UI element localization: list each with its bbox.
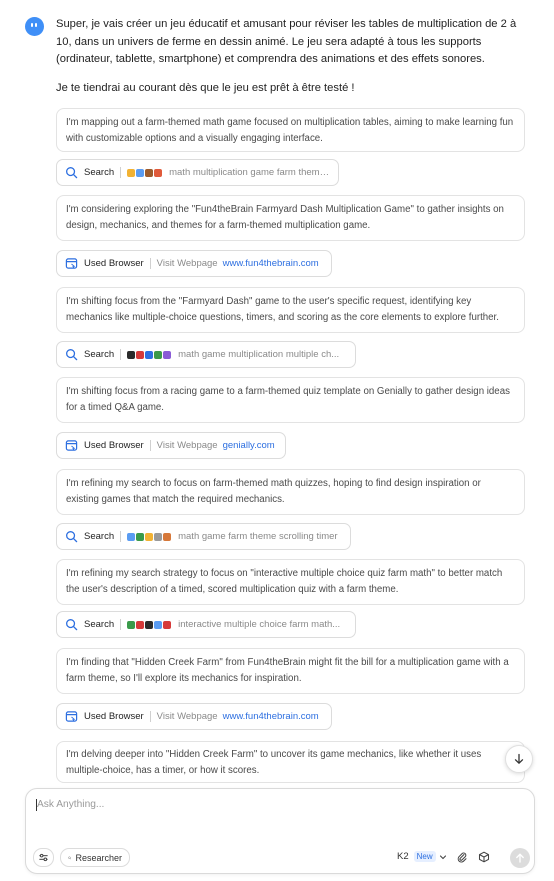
thought-text: I'm mapping out a farm-themed math game … xyxy=(66,117,514,144)
browser-action: Visit Webpage xyxy=(156,440,218,451)
sliders-icon xyxy=(39,853,48,862)
message-composer[interactable]: Ask Anything... Researcher K2 New xyxy=(25,788,535,874)
browser-step-chip[interactable]: Used Browser Visit Webpage www.fun4thebr… xyxy=(56,250,332,277)
divider xyxy=(120,349,122,360)
source-favicons xyxy=(127,620,172,629)
arrow-up-icon xyxy=(516,853,524,863)
divider xyxy=(120,167,122,178)
model-selector[interactable]: K2 New xyxy=(397,851,447,862)
thought-card: I'm considering exploring the "Fun4theBr… xyxy=(56,195,525,241)
thought-text: I'm refining my search to focus on farm-… xyxy=(66,478,481,505)
favicon-icon xyxy=(136,620,145,629)
chevron-down-icon xyxy=(439,854,446,859)
attach-icon[interactable] xyxy=(456,851,468,863)
arrow-down-icon xyxy=(514,753,524,764)
composer-input[interactable]: Ask Anything... xyxy=(37,799,104,810)
model-name: K2 xyxy=(397,851,409,862)
thought-text: I'm delving deeper into "Hidden Creek Fa… xyxy=(66,749,482,776)
visited-url-link[interactable]: www.fun4thebrain.com xyxy=(223,258,319,269)
browser-icon xyxy=(65,711,78,722)
favicon-icon xyxy=(127,620,136,629)
thought-text: I'm shifting focus from the "Farmyard Da… xyxy=(66,296,499,323)
search-label: Search xyxy=(84,349,115,360)
source-favicons xyxy=(127,532,172,541)
divider xyxy=(149,711,151,722)
cube-icon[interactable] xyxy=(478,851,490,863)
scroll-to-bottom-button[interactable] xyxy=(505,745,533,773)
divider xyxy=(120,531,122,542)
search-query: interactive multiple choice farm math... xyxy=(178,619,341,630)
favicon-icon xyxy=(136,532,145,541)
thought-text: I'm refining my search strategy to focus… xyxy=(66,568,503,595)
researcher-label: Researcher xyxy=(75,852,122,863)
assistant-avatar xyxy=(25,17,44,36)
browser-icon xyxy=(65,258,78,269)
browser-action: Visit Webpage xyxy=(156,711,218,722)
favicon-icon xyxy=(163,532,172,541)
favicon-icon xyxy=(145,350,154,359)
thought-text: I'm considering exploring the "Fun4theBr… xyxy=(66,204,504,231)
thought-card: I'm finding that "Hidden Creek Farm" fro… xyxy=(56,648,525,694)
favicon-icon xyxy=(154,168,163,177)
search-step-chip[interactable]: Search math game multiplication multiple… xyxy=(56,341,356,368)
favicon-icon xyxy=(127,168,136,177)
tools-settings-button[interactable] xyxy=(33,848,54,867)
search-icon xyxy=(66,167,78,179)
avatar-eye-left xyxy=(31,23,33,27)
visited-url-link[interactable]: genially.com xyxy=(223,440,275,451)
assistant-message-paragraph: Super, je vais créer un jeu éducatif et … xyxy=(56,18,517,65)
search-label: Search xyxy=(84,167,115,178)
assistant-message-paragraph: Je te tiendrai au courant dès que le jeu… xyxy=(56,82,355,94)
thought-card: I'm refining my search to focus on farm-… xyxy=(56,469,525,515)
search-icon xyxy=(66,349,78,361)
search-icon xyxy=(66,531,78,543)
divider xyxy=(120,619,122,630)
favicon-icon xyxy=(145,168,154,177)
thought-card: I'm shifting focus from a racing game to… xyxy=(56,377,525,423)
search-step-chip[interactable]: Search math multiplication game farm the… xyxy=(56,159,339,186)
visited-url-link[interactable]: www.fun4thebrain.com xyxy=(223,711,319,722)
thought-card: I'm refining my search strategy to focus… xyxy=(56,559,525,605)
favicon-icon xyxy=(154,532,163,541)
browser-icon xyxy=(65,440,78,451)
source-favicons xyxy=(127,350,172,359)
search-query: math game farm theme scrolling timer xyxy=(178,531,338,542)
thought-text: I'm finding that "Hidden Creek Farm" fro… xyxy=(66,657,509,684)
favicon-icon xyxy=(163,620,172,629)
favicon-icon xyxy=(163,350,172,359)
divider xyxy=(149,440,151,451)
search-step-chip[interactable]: Search math game farm theme scrolling ti… xyxy=(56,523,351,550)
favicon-icon xyxy=(145,532,154,541)
search-query: math multiplication game farm theme... xyxy=(169,167,330,178)
thought-text: I'm shifting focus from a racing game to… xyxy=(66,386,510,413)
favicon-icon xyxy=(127,350,136,359)
source-favicons xyxy=(127,168,163,177)
search-step-chip[interactable]: Search interactive multiple choice farm … xyxy=(56,611,356,638)
send-button[interactable] xyxy=(510,848,530,868)
thought-card: I'm mapping out a farm-themed math game … xyxy=(56,108,525,152)
favicon-icon xyxy=(127,532,136,541)
browser-label: Used Browser xyxy=(84,711,144,722)
browser-step-chip[interactable]: Used Browser Visit Webpage genially.com xyxy=(56,432,286,459)
favicon-icon xyxy=(136,168,145,177)
search-label: Search xyxy=(84,619,115,630)
browser-action: Visit Webpage xyxy=(156,258,218,269)
search-icon xyxy=(66,619,78,631)
avatar-eye-right xyxy=(35,23,37,27)
search-label: Search xyxy=(84,531,115,542)
researcher-icon xyxy=(68,856,72,859)
divider xyxy=(149,258,151,269)
thought-card: I'm delving deeper into "Hidden Creek Fa… xyxy=(56,741,525,783)
search-query: math game multiplication multiple ch... xyxy=(178,349,340,360)
favicon-icon xyxy=(145,620,154,629)
thought-card: I'm shifting focus from the "Farmyard Da… xyxy=(56,287,525,333)
researcher-mode-button[interactable]: Researcher xyxy=(60,848,130,867)
favicon-icon xyxy=(154,350,163,359)
browser-label: Used Browser xyxy=(84,258,144,269)
browser-label: Used Browser xyxy=(84,440,144,451)
new-badge: New xyxy=(413,851,436,862)
favicon-icon xyxy=(154,620,163,629)
browser-step-chip[interactable]: Used Browser Visit Webpage www.fun4thebr… xyxy=(56,703,332,730)
favicon-icon xyxy=(136,350,145,359)
